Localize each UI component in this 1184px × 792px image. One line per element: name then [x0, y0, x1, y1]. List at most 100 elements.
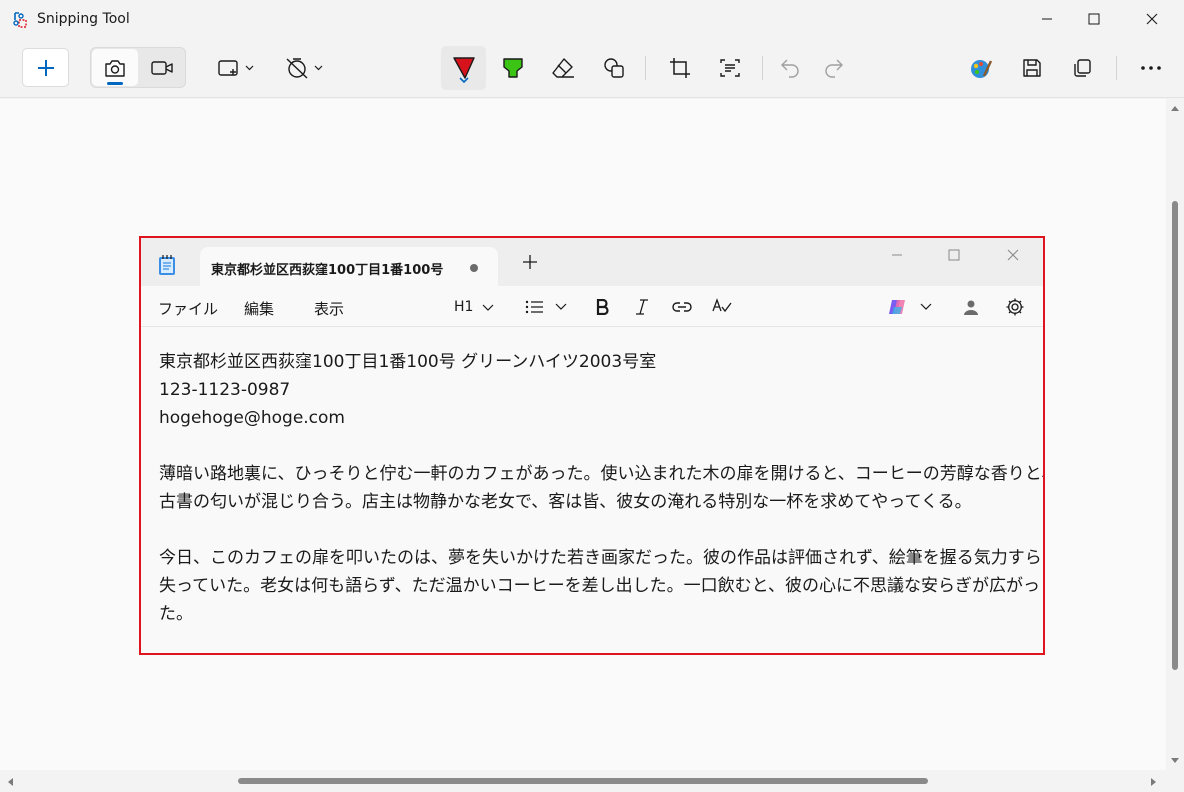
text-actions-button[interactable] — [708, 50, 752, 86]
address-line: 東京都杉並区西荻窪100丁目1番100号 グリーンハイツ2003号室 — [159, 352, 657, 372]
italic-button[interactable] — [635, 294, 649, 320]
paragraph-line: 古書の匂いが混じり合う。店主は物静かな老女で、客は皆、彼女の淹れる特別な一杯を求… — [159, 492, 972, 512]
phone-line: 123-1123-0987 — [159, 380, 291, 400]
notepad-tab[interactable]: 東京都杉並区西荻窪100丁目1番100号 — [200, 247, 498, 286]
text-actions-icon — [720, 59, 740, 77]
snip-shape-dropdown[interactable] — [208, 50, 258, 86]
menu-file[interactable]: ファイル — [158, 298, 218, 319]
edit-in-paint-button[interactable] — [959, 50, 1003, 86]
account-icon — [964, 300, 978, 315]
close-icon — [1146, 13, 1158, 25]
video-mode-button[interactable] — [139, 49, 185, 86]
scroll-right-icon[interactable] — [1150, 777, 1158, 787]
bold-icon — [596, 299, 609, 315]
eraser-button[interactable] — [541, 50, 585, 86]
link-icon — [672, 302, 692, 312]
spellcheck-button[interactable] — [712, 294, 732, 320]
close-button[interactable] — [1129, 0, 1175, 38]
horizontal-scroll-thumb[interactable] — [238, 778, 928, 784]
minimize-button[interactable] — [1024, 0, 1070, 38]
redo-button[interactable] — [812, 50, 856, 86]
paragraph-line: 今日、このカフェの扉を叩いたのは、夢を失いかけた若き画家だった。彼の作品は評価さ… — [159, 548, 1042, 568]
italic-icon — [636, 299, 648, 315]
maximize-icon — [948, 249, 960, 261]
menu-view[interactable]: 表示 — [314, 298, 344, 319]
paragraph-line: 失っていた。老女は何も語らず、ただ温かいコーヒーを差し出した。一口飲むと、彼の心… — [159, 576, 1040, 596]
undo-button[interactable] — [768, 50, 812, 86]
toolbar-separator — [645, 56, 646, 80]
unsaved-dot-icon — [470, 264, 478, 272]
title-bar: Snipping Tool — [0, 0, 1184, 38]
window-title: Snipping Tool — [37, 11, 130, 27]
notepad-minimize-button[interactable] — [877, 238, 917, 272]
rectangle-snip-icon — [218, 60, 254, 76]
vertical-scroll-thumb[interactable] — [1172, 201, 1178, 670]
email-line: hogehoge@hoge.com — [159, 408, 345, 428]
scroll-up-icon[interactable] — [1170, 104, 1180, 112]
ballpoint-pen-icon — [452, 57, 475, 84]
selected-indicator — [107, 82, 123, 85]
chevron-down-icon — [483, 304, 494, 311]
new-tab-icon[interactable] — [522, 254, 538, 270]
capture-mode-toggle — [90, 47, 186, 88]
save-icon — [1023, 59, 1041, 77]
maximize-button[interactable] — [1071, 0, 1117, 38]
timer-dropdown[interactable] — [280, 50, 330, 86]
paragraph-line: た。 — [159, 604, 193, 624]
more-options-button[interactable] — [1129, 50, 1173, 86]
crop-button[interactable] — [658, 50, 702, 86]
copilot-dropdown[interactable] — [887, 294, 933, 320]
notepad-maximize-button[interactable] — [934, 238, 974, 272]
toolbar — [0, 38, 1184, 98]
new-snip-button[interactable] — [22, 48, 69, 87]
heading-label: H1 — [454, 299, 474, 315]
close-icon — [1007, 249, 1019, 261]
save-button[interactable] — [1010, 50, 1054, 86]
menu-edit[interactable]: 編集 — [244, 298, 274, 319]
notepad-tab-title: 東京都杉並区西荻窪100丁目1番100号 — [211, 263, 444, 278]
scroll-left-icon[interactable] — [6, 777, 14, 787]
minimize-icon — [1042, 18, 1052, 20]
notepad-close-button[interactable] — [993, 238, 1033, 272]
captured-snip: 東京都杉並区西荻窪100丁目1番100号 ファイル 編集 表示 H1 東京都杉並… — [139, 236, 1045, 655]
vertical-scrollbar[interactable] — [1166, 99, 1184, 770]
notepad-icon — [159, 255, 175, 275]
highlighter-button[interactable] — [491, 50, 535, 86]
heading-dropdown[interactable]: H1 — [454, 294, 495, 320]
toolbar-separator — [762, 56, 763, 80]
bold-button[interactable] — [595, 294, 609, 320]
undo-icon — [781, 59, 799, 78]
timer-off-icon — [286, 58, 323, 79]
more-icon — [1141, 66, 1161, 70]
shapes-button[interactable] — [592, 50, 636, 86]
highlighter-icon — [503, 58, 523, 78]
camera-icon — [105, 59, 125, 77]
screenshot-mode-button[interactable] — [92, 49, 138, 86]
account-button[interactable] — [963, 294, 979, 320]
scrollbar-corner — [1166, 770, 1184, 792]
horizontal-scrollbar[interactable] — [0, 770, 1166, 792]
redo-icon — [825, 59, 843, 78]
plus-icon — [37, 59, 54, 76]
link-button[interactable] — [672, 294, 692, 320]
copilot-icon — [889, 300, 932, 314]
video-icon — [151, 60, 173, 75]
settings-button[interactable] — [1005, 294, 1025, 320]
notepad-menu-bar: ファイル 編集 表示 H1 — [141, 286, 1043, 327]
copy-button[interactable] — [1060, 50, 1104, 86]
notepad-text-area[interactable]: 東京都杉並区西荻窪100丁目1番100号 グリーンハイツ2003号室 123-1… — [159, 348, 1043, 628]
notepad-tab-bar: 東京都杉並区西荻窪100丁目1番100号 — [141, 238, 1043, 286]
toolbar-separator — [1116, 56, 1117, 80]
shapes-icon — [604, 58, 624, 78]
gear-icon — [1006, 298, 1024, 316]
copy-icon — [1074, 59, 1091, 77]
scroll-down-icon[interactable] — [1170, 757, 1180, 765]
paint-icon — [971, 60, 993, 78]
ballpoint-pen-button[interactable] — [441, 46, 486, 90]
snip-canvas[interactable]: 東京都杉並区西荻窪100丁目1番100号 ファイル 編集 表示 H1 東京都杉並… — [0, 99, 1166, 770]
snipping-tool-icon — [13, 12, 27, 28]
list-dropdown[interactable] — [525, 294, 569, 320]
minimize-icon — [892, 254, 902, 256]
